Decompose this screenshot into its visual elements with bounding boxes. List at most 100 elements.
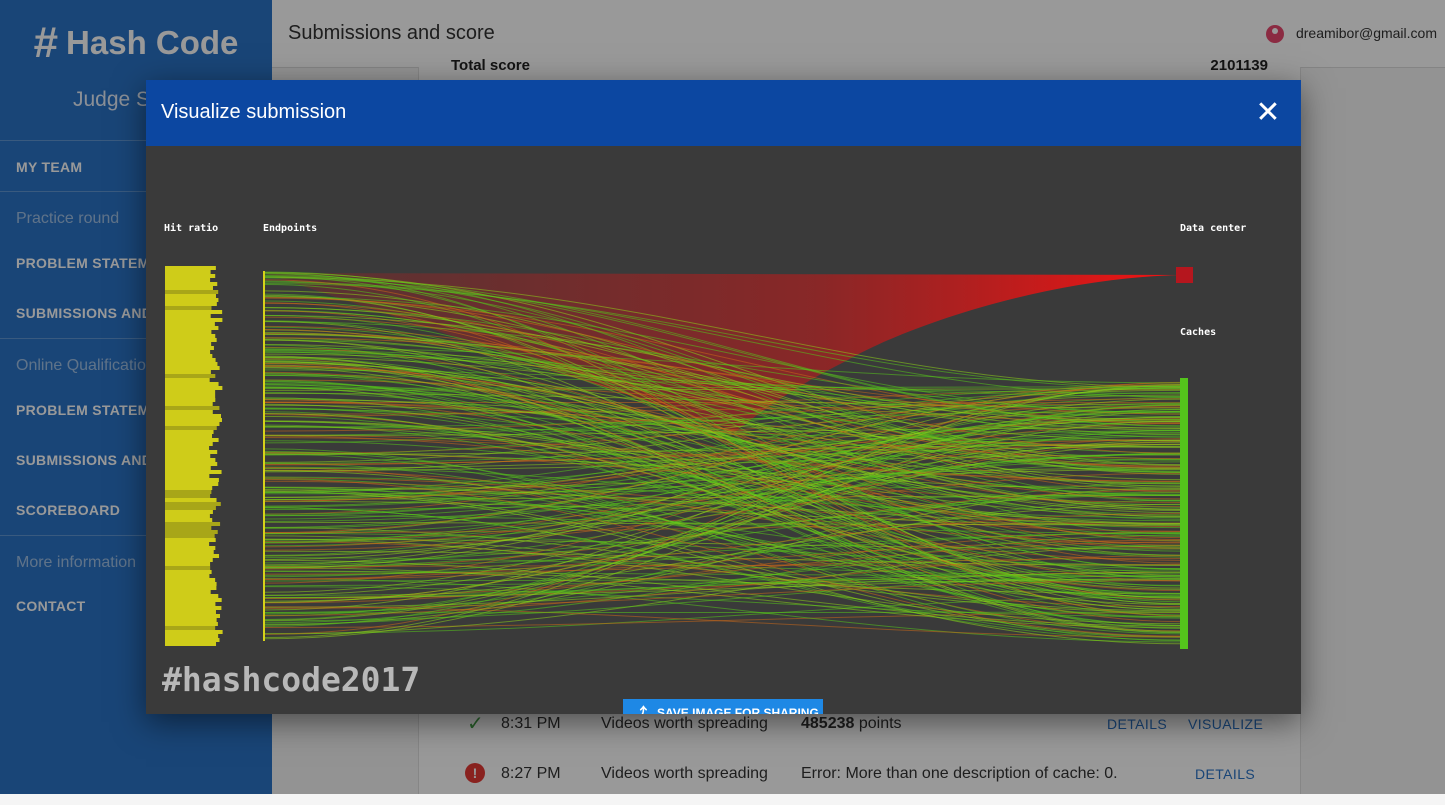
hit-ratio-bar — [165, 322, 215, 326]
hit-ratio-bar — [165, 482, 218, 486]
caches-node — [1180, 378, 1188, 649]
hit-ratio-bar — [165, 538, 216, 542]
hit-ratio-bar — [165, 374, 215, 378]
hit-ratio-bar — [165, 550, 214, 554]
close-icon[interactable]: ✕ — [1252, 97, 1284, 129]
share-icon: ⤴ — [633, 703, 647, 714]
hit-ratio-bar — [165, 546, 215, 550]
hit-ratio-bar — [165, 518, 212, 522]
hit-ratio-bar — [165, 362, 217, 366]
hit-ratio-bar — [165, 630, 223, 634]
hit-ratio-bar — [165, 418, 222, 422]
hit-ratio-bar — [165, 450, 217, 454]
hit-ratio-bar — [165, 494, 210, 498]
hit-ratio-bar — [165, 510, 213, 514]
hit-ratio-bar — [165, 370, 211, 374]
hit-ratio-bar — [165, 410, 213, 414]
hit-ratio-label: Hit ratio — [164, 222, 218, 234]
hit-ratio-bar — [165, 438, 219, 442]
hit-ratio-bar — [165, 454, 210, 458]
hit-ratio-bar — [165, 334, 215, 338]
hit-ratio-bar — [165, 446, 209, 450]
hit-ratio-bar — [165, 306, 211, 310]
dialog-header: Visualize submission ✕ — [146, 80, 1301, 146]
hit-ratio-bar — [165, 270, 211, 274]
hit-ratio-bar — [165, 294, 216, 298]
hit-ratio-bar — [165, 266, 216, 270]
hit-ratio-bar — [165, 462, 217, 466]
hit-ratio-bar — [165, 566, 210, 570]
hit-ratio-bar — [165, 466, 211, 470]
hit-ratio-bar — [165, 434, 212, 438]
hit-ratio-bar — [165, 590, 211, 594]
hit-ratio-bar — [165, 354, 212, 358]
hit-ratio-bar — [165, 562, 210, 566]
hit-ratio-bar — [165, 286, 213, 290]
save-image-button[interactable]: ⤴ SAVE IMAGE FOR SHARING — [623, 699, 823, 714]
hit-ratio-bar — [165, 474, 209, 478]
hit-ratio-bar — [165, 422, 219, 426]
hit-ratio-bar — [165, 574, 209, 578]
hit-ratio-bar — [165, 506, 216, 510]
hit-ratio-bar — [165, 542, 209, 546]
hit-ratio-bar — [165, 330, 211, 334]
hit-ratio-bar — [165, 290, 218, 294]
hit-ratio-bar — [165, 394, 215, 398]
hit-ratio-bar — [165, 634, 218, 638]
hit-ratio-bar — [165, 314, 211, 318]
hit-ratio-bar — [165, 274, 215, 278]
hit-ratio-bar — [165, 622, 218, 626]
dialog-title: Visualize submission — [161, 101, 346, 124]
hit-ratio-bar — [165, 642, 216, 646]
hit-ratio-bar — [165, 582, 217, 586]
hit-ratio-bar — [165, 318, 222, 322]
submission-visualization: Hit ratio Endpoints Data center Caches #… — [146, 146, 1301, 714]
hit-ratio-bar — [165, 382, 219, 386]
hit-ratio-bar — [165, 594, 218, 598]
hit-ratio-bar — [165, 458, 215, 462]
hit-ratio-bar — [165, 402, 213, 406]
hit-ratio-bar — [165, 610, 216, 614]
hit-ratio-bar — [165, 478, 219, 482]
data-center-node — [1176, 267, 1193, 283]
hit-ratio-bar — [165, 298, 218, 302]
hit-ratio-bar — [165, 366, 220, 370]
hit-ratio-bar — [165, 626, 215, 630]
hit-ratio-bar — [165, 570, 212, 574]
hit-ratio-bar — [165, 426, 217, 430]
hit-ratio-bar — [165, 358, 216, 362]
hit-ratio-bar — [165, 638, 220, 642]
hit-ratio-bar — [165, 502, 221, 506]
hit-ratio-bar — [165, 430, 214, 434]
hit-ratio-bar — [165, 554, 219, 558]
hit-ratio-bar — [165, 350, 210, 354]
hit-ratio-bar — [165, 602, 215, 606]
hit-ratio-bar — [165, 614, 220, 618]
hit-ratio-bar — [165, 526, 211, 530]
hit-ratio-bar — [165, 406, 219, 410]
hit-ratio-bar — [165, 386, 222, 390]
endpoints-label: Endpoints — [263, 222, 317, 234]
hit-ratio-bar — [165, 534, 215, 538]
hit-ratio-bar — [165, 514, 210, 518]
hit-ratio-bar — [165, 342, 211, 346]
hit-ratio-bar — [165, 326, 218, 330]
hit-ratio-bar — [165, 598, 222, 602]
hit-ratio-bar — [165, 470, 222, 474]
hit-ratio-bar — [165, 490, 211, 494]
hit-ratio-bar — [165, 578, 215, 582]
caches-label: Caches — [1180, 327, 1216, 338]
hit-ratio-bar — [165, 442, 213, 446]
hit-ratio-bar — [165, 278, 210, 282]
hit-ratio-bar — [165, 390, 215, 394]
save-image-label: SAVE IMAGE FOR SHARING — [657, 706, 819, 714]
hit-ratio-bar — [165, 302, 217, 306]
hit-ratio-bar — [165, 398, 215, 402]
hit-ratio-bar — [165, 486, 212, 490]
hashcode-watermark: #hashcode2017 — [162, 660, 420, 699]
hit-ratio-bar — [165, 338, 217, 342]
hit-ratio-bar — [165, 378, 210, 382]
hit-ratio-bar — [165, 346, 214, 350]
hit-ratio-bar — [165, 530, 218, 534]
hit-ratio-bar — [165, 618, 217, 622]
